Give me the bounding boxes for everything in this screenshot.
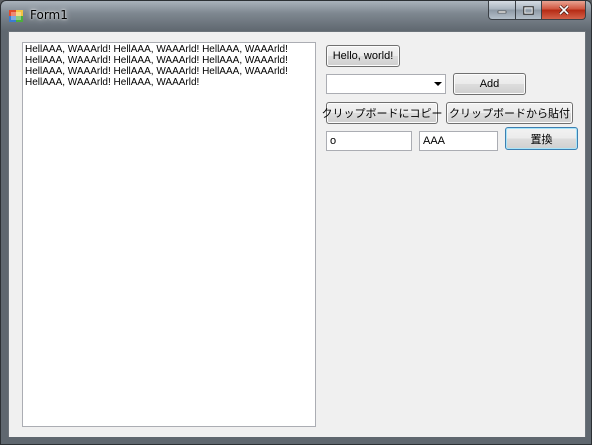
item-combobox[interactable] (326, 74, 446, 94)
text-area[interactable]: HellAAA, WAAArld! HellAAA, WAAArld! Hell… (22, 42, 316, 427)
minimize-button[interactable] (488, 1, 516, 20)
title-bar[interactable]: Form1 (1, 1, 591, 31)
form-client-area: HellAAA, WAAArld! HellAAA, WAAArld! Hell… (8, 31, 586, 438)
find-text-field[interactable]: o (326, 131, 412, 151)
replace-button[interactable]: 置換 (505, 127, 578, 150)
close-icon (558, 5, 569, 15)
chevron-down-icon[interactable] (434, 82, 442, 86)
form-icon (9, 10, 23, 22)
hello-world-button[interactable]: Hello, world! (326, 45, 400, 67)
maximize-button[interactable] (516, 1, 542, 20)
copy-to-clipboard-button[interactable]: クリップボードにコピー (322, 102, 443, 124)
add-button[interactable]: Add (453, 73, 526, 95)
replace-text-field[interactable]: AAA (419, 131, 498, 151)
minimize-icon (497, 10, 507, 14)
window-title: Form1 (30, 8, 68, 22)
window-bottom-border (1, 437, 591, 444)
paste-from-clipboard-button[interactable]: クリップボードから貼付 (446, 102, 573, 124)
caption-buttons (488, 1, 586, 20)
close-button[interactable] (542, 1, 586, 20)
maximize-icon (523, 5, 534, 15)
app-window: Form1 HellAAA, WAAArld! HellAAA, WAAArld… (0, 0, 592, 445)
